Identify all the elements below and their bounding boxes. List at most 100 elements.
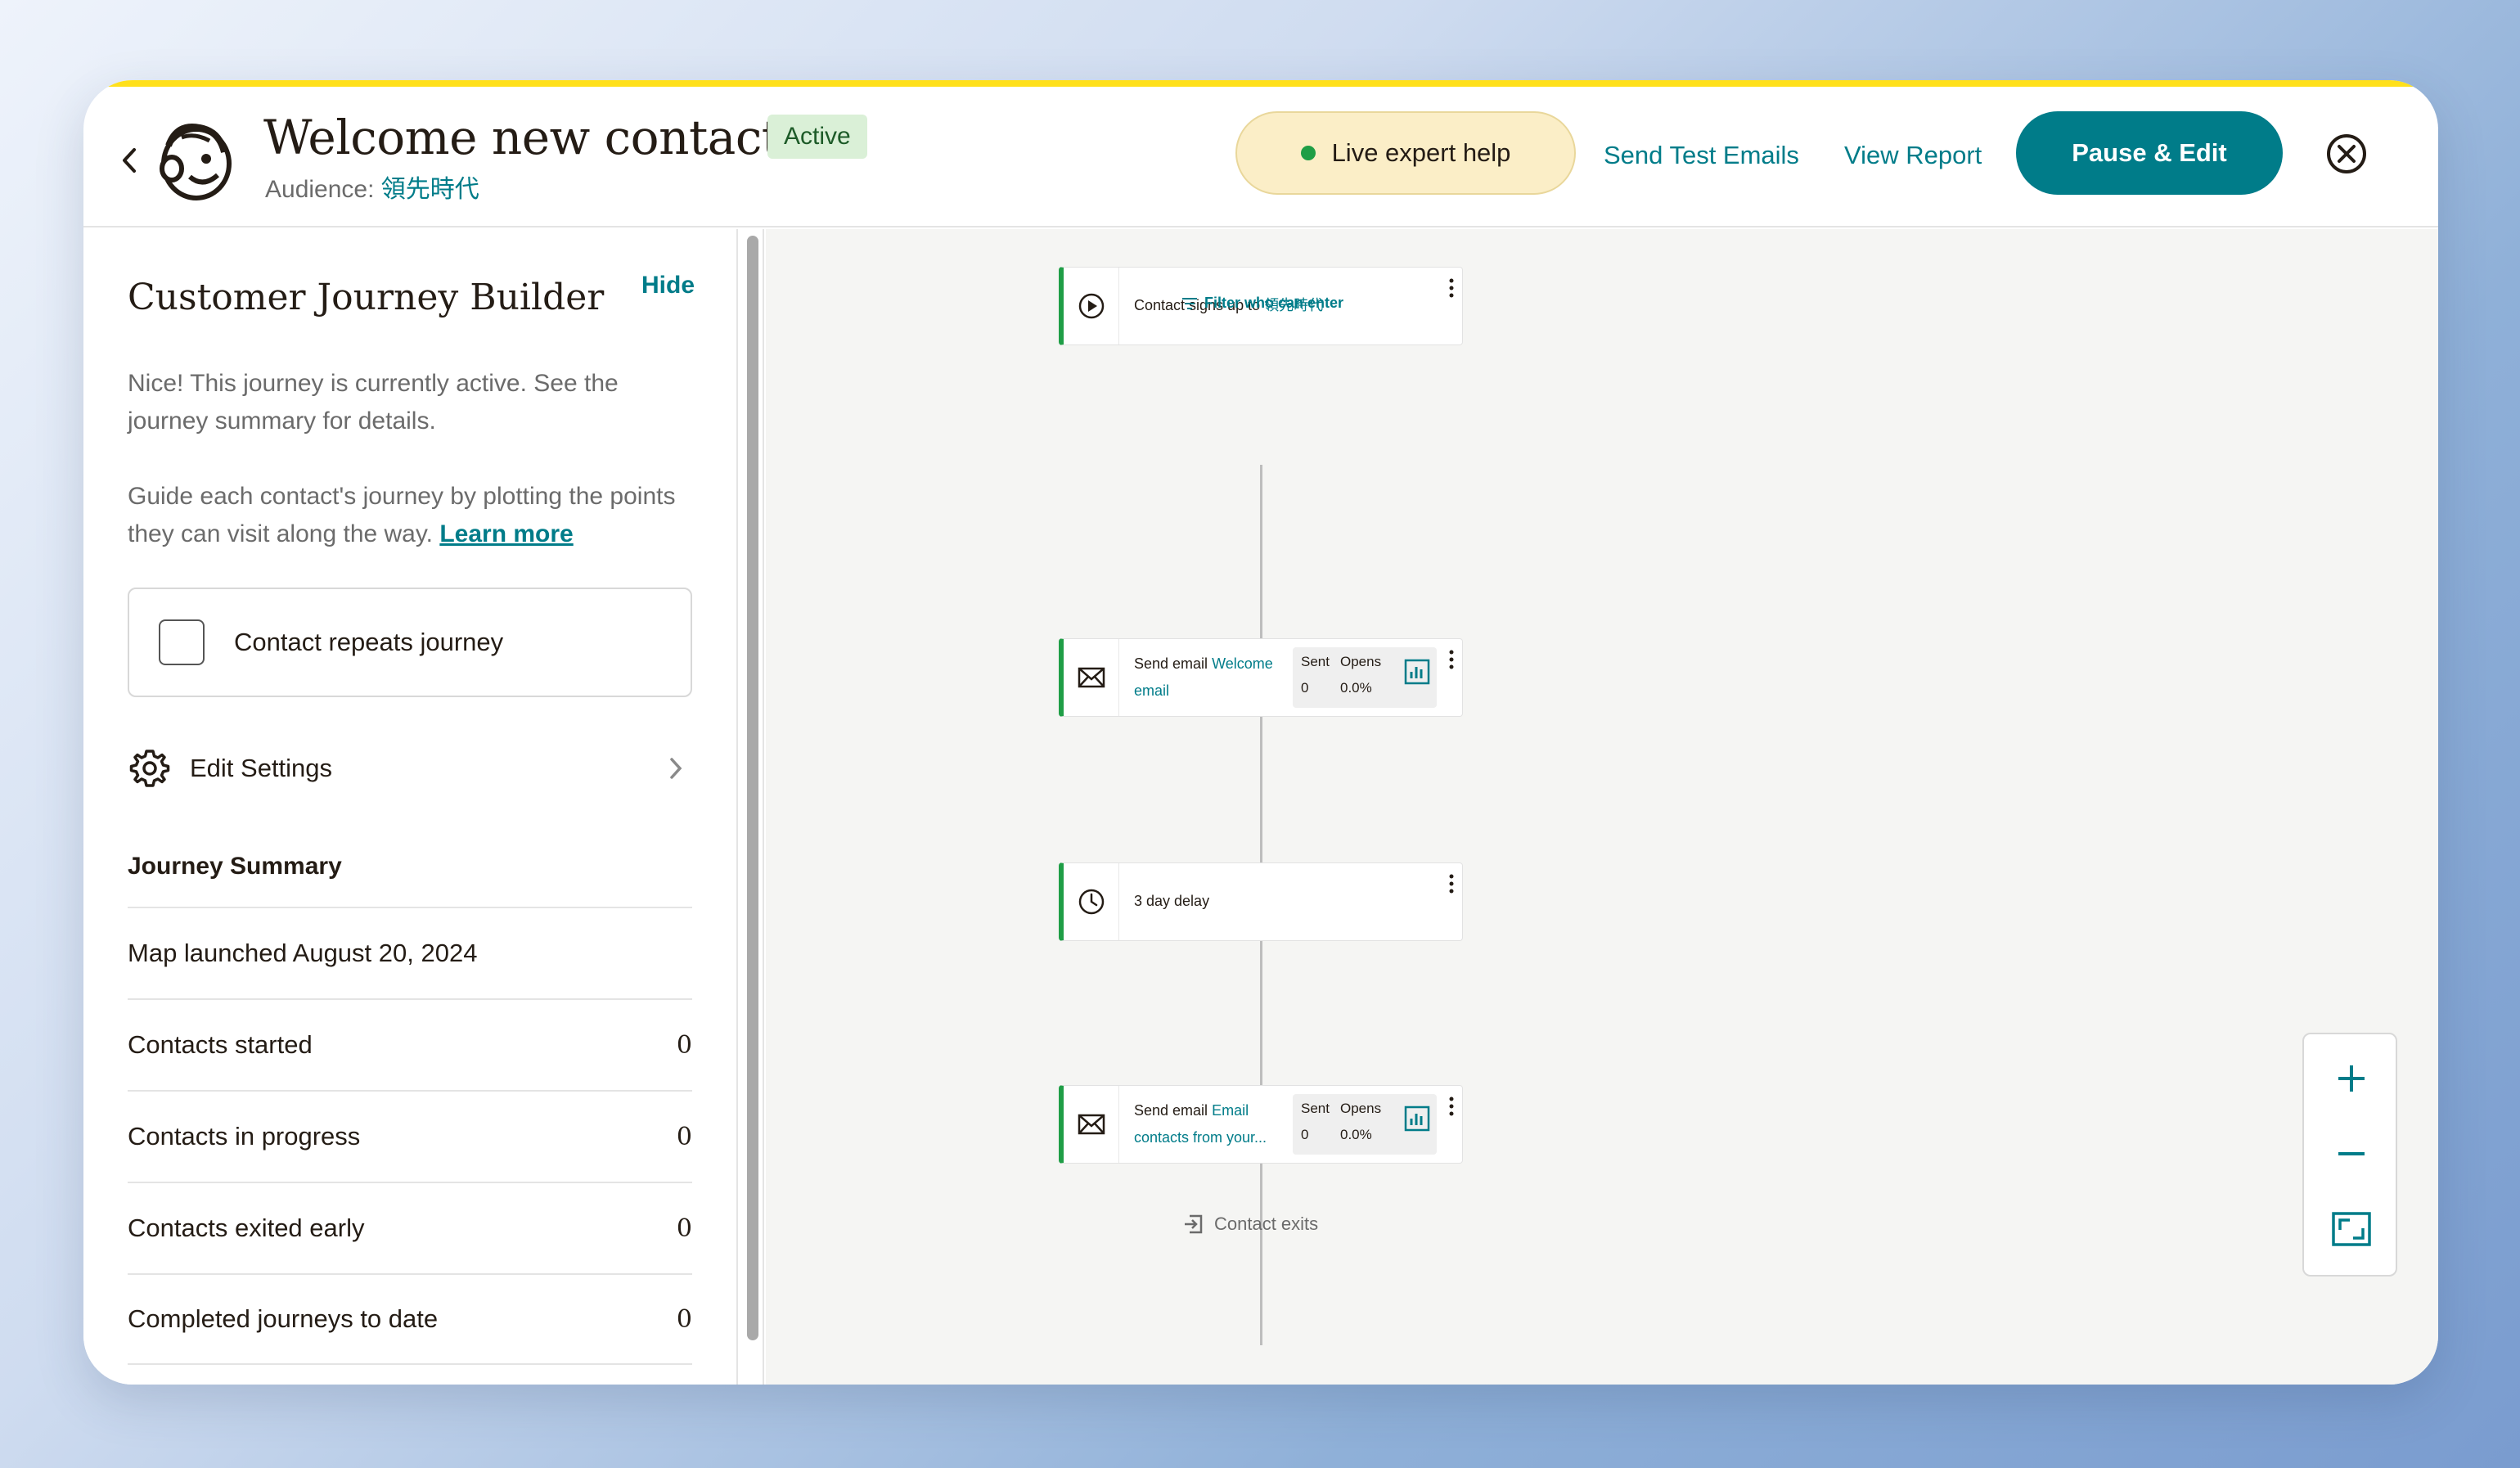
pause-edit-button[interactable]: Pause & Edit — [2016, 111, 2283, 195]
sidebar-title: Customer Journey Builder — [128, 277, 605, 318]
bar-chart-icon[interactable] — [1404, 1106, 1430, 1132]
journey-summary-heading: Journey Summary — [128, 853, 342, 880]
email-name-link-cont[interactable]: email — [1134, 682, 1169, 699]
send-email-node[interactable]: Send email Email contacts from your... S… — [1059, 1085, 1463, 1164]
live-expert-help-button[interactable]: Live expert help — [1235, 111, 1576, 195]
audience-link[interactable]: 領先時代 — [381, 176, 479, 203]
back-button[interactable] — [105, 136, 154, 185]
audience-label: Audience: 領先時代 — [265, 169, 479, 205]
journey-canvas[interactable] — [766, 229, 2438, 1385]
gear-icon — [129, 750, 170, 787]
scroll-thumb[interactable] — [747, 236, 758, 1340]
summary-label: Contacts exited early — [128, 1214, 365, 1242]
app-window: Welcome new contacts Active Audience: 領先… — [83, 80, 2438, 1385]
email-icon-cell — [1064, 1086, 1119, 1163]
email-icon-cell — [1064, 639, 1119, 716]
summary-label: Completed journeys to date — [128, 1304, 439, 1333]
send-test-emails-button[interactable]: Send Test Emails — [1604, 141, 1799, 170]
zoom-out-button[interactable] — [2327, 1129, 2376, 1178]
view-report-button[interactable]: View Report — [1844, 141, 1982, 170]
minus-icon — [2338, 1152, 2365, 1155]
edit-settings-label: Edit Settings — [190, 754, 333, 782]
summary-value: 0 — [676, 1122, 692, 1151]
email-stats: Sent Opens 0 0.0% — [1293, 1094, 1437, 1155]
repeat-label: Contact repeats journey — [234, 628, 504, 656]
summary-value: 0 — [676, 1030, 692, 1060]
fit-screen-button[interactable] — [2327, 1205, 2376, 1254]
email-prefix: Send email — [1134, 655, 1208, 672]
zoom-controls — [2302, 1033, 2397, 1277]
node-menu-icon[interactable] — [1447, 647, 1456, 672]
email-stats: Sent Opens 0 0.0% — [1293, 647, 1437, 708]
connector-line — [1260, 717, 1262, 862]
map-launched-text: Map launched August 20, 2024 — [128, 939, 478, 967]
guide-description: Guide each contact's journey by plotting… — [128, 478, 692, 553]
learn-more-link[interactable]: Learn more — [439, 520, 573, 547]
node-menu-icon[interactable] — [1447, 871, 1456, 896]
repeat-checkbox[interactable] — [159, 619, 205, 665]
sent-value: 0 — [1301, 680, 1309, 696]
edit-settings-button[interactable]: Edit Settings — [128, 740, 692, 797]
mailchimp-logo-icon — [160, 124, 232, 200]
contact-repeats-journey-option[interactable]: Contact repeats journey — [128, 588, 692, 697]
contact-exits-label: Contact exits — [1181, 1213, 1318, 1236]
node-menu-icon[interactable] — [1447, 1094, 1456, 1119]
guide-text: Guide each contact's journey by plotting… — [128, 483, 676, 547]
summary-row: Completed journeys to date 0 — [128, 1273, 692, 1365]
opens-value: 0.0% — [1340, 1127, 1372, 1142]
close-circle-icon[interactable] — [2325, 133, 2368, 175]
hide-sidebar-button[interactable]: Hide — [641, 272, 695, 299]
email-prefix: Send email — [1134, 1102, 1208, 1119]
back-chevron-icon — [123, 148, 136, 173]
delay-text: 3 day delay — [1134, 893, 1210, 909]
filter-label: Filter who can enter — [1204, 295, 1344, 311]
summary-row: Contacts in progress 0 — [128, 1090, 692, 1182]
audience-prefix: Audience: — [265, 176, 375, 203]
delay-node[interactable]: 3 day delay — [1059, 862, 1463, 941]
connector-line — [1260, 939, 1262, 1087]
envelope-icon — [1078, 667, 1105, 688]
email-node-text: Send email Welcome email — [1134, 651, 1273, 705]
filter-who-can-enter-link[interactable]: Filter who can enter — [1181, 295, 1343, 312]
chevron-right-icon — [670, 758, 682, 779]
exit-icon — [1185, 1214, 1203, 1234]
email-name-link[interactable]: Email — [1212, 1102, 1249, 1119]
summary-row: Contacts started 0 — [128, 998, 692, 1090]
connector-line — [1260, 1164, 1262, 1345]
email-name-link[interactable]: Welcome — [1212, 655, 1273, 672]
summary-label: Contacts started — [128, 1030, 313, 1059]
online-dot-icon — [1300, 146, 1316, 160]
sidebar-scrollbar[interactable] — [740, 229, 764, 1385]
status-badge: Active — [767, 115, 867, 159]
summary-row: Contacts exited early 0 — [128, 1182, 692, 1273]
status-description: Nice! This journey is currently active. … — [128, 370, 619, 435]
envelope-icon — [1078, 1114, 1105, 1135]
sidebar: Customer Journey Builder Hide Nice! This… — [83, 229, 738, 1385]
zoom-in-button[interactable] — [2327, 1054, 2376, 1103]
email-node-text: Send email Email contacts from your... — [1134, 1097, 1267, 1151]
email-name-link-cont[interactable]: contacts from your... — [1134, 1129, 1267, 1146]
node-menu-icon[interactable] — [1447, 276, 1456, 300]
sent-value: 0 — [1301, 1127, 1309, 1142]
bar-chart-icon[interactable] — [1404, 659, 1430, 685]
page-title: Welcome new contacts — [263, 110, 804, 165]
sent-label: Sent — [1301, 1101, 1330, 1116]
plus-icon — [2338, 1065, 2365, 1092]
summary-value: 0 — [676, 1214, 692, 1243]
map-launched-row: Map launched August 20, 2024 — [128, 907, 692, 998]
opens-value: 0.0% — [1340, 680, 1372, 696]
clock-icon — [1078, 889, 1104, 915]
trigger-icon-cell — [1064, 268, 1119, 344]
delay-icon-cell — [1064, 863, 1119, 940]
summary-value: 0 — [676, 1304, 692, 1334]
connector-line — [1260, 465, 1262, 640]
filter-icon — [1182, 297, 1197, 309]
fit-screen-icon — [2332, 1212, 2371, 1246]
send-email-node[interactable]: Send email Welcome email Sent Opens 0 0.… — [1059, 638, 1463, 717]
header: Welcome new contacts Active Audience: 領先… — [83, 87, 2438, 227]
summary-label: Contacts in progress — [128, 1122, 361, 1151]
live-help-label: Live expert help — [1331, 138, 1511, 167]
opens-label: Opens — [1340, 654, 1382, 669]
exit-text: Contact exits — [1214, 1214, 1319, 1234]
sent-label: Sent — [1301, 654, 1330, 669]
